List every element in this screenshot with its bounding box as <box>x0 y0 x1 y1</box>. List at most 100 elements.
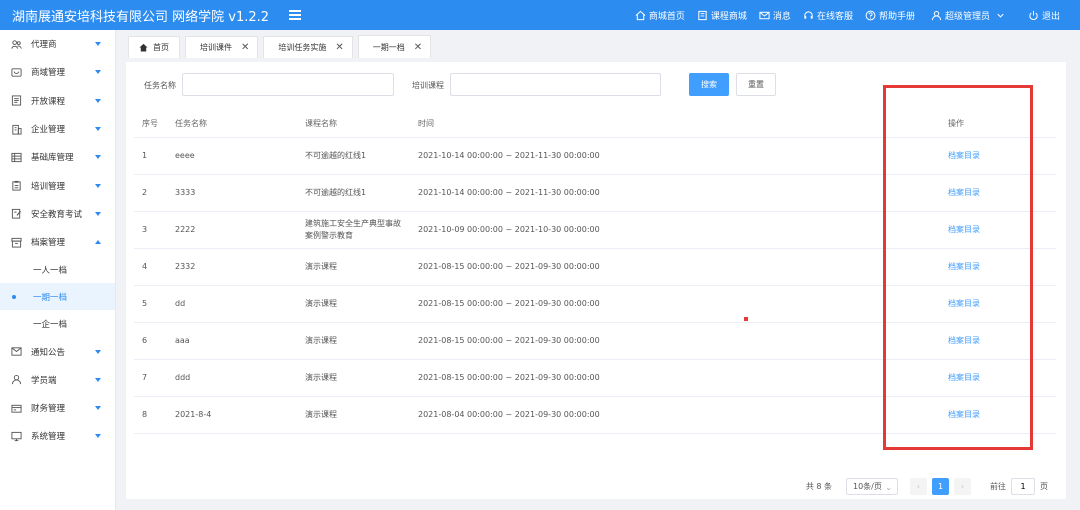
cell-task: 2222 <box>167 211 297 249</box>
close-icon[interactable]: ✕ <box>335 42 343 53</box>
close-icon[interactable]: ✕ <box>414 42 422 53</box>
topnav-label: 消息 <box>772 11 791 22</box>
page-size-select[interactable]: 10条/页 ⌄ <box>846 477 898 495</box>
logout-button[interactable]: 退出 <box>1028 9 1060 22</box>
table-row: 3 2222 建筑施工安全生产典型事故案例警示教育 2021-10-09 00:… <box>134 211 1056 249</box>
sidebar-item-training[interactable]: 培训管理 <box>0 171 115 199</box>
prev-page-button[interactable]: ‹ <box>910 477 927 495</box>
archive-directory-link[interactable]: 档案目录 <box>940 137 1056 175</box>
column-header-no: 序号 <box>134 110 167 138</box>
course-icon <box>11 95 22 106</box>
caret-down-icon <box>95 127 101 132</box>
book-icon <box>698 10 707 20</box>
sidebar-item-notice[interactable]: 通知公告 <box>0 337 115 365</box>
sidebar-item-safety-exam[interactable]: 安全教育考试 <box>0 200 115 228</box>
cell-course: 不可逾越的红线1 <box>297 174 410 212</box>
chevron-down-icon: ⌄ <box>885 482 892 492</box>
sidebar-item-label: 培训管理 <box>31 181 66 192</box>
app-title: 湖南展通安培科技有限公司 网络学院 v1.2.2 <box>12 9 270 25</box>
tab-training-task[interactable]: 培训任务实施 ✕ <box>263 36 353 58</box>
sidebar-item-student[interactable]: 学员端 <box>0 366 115 394</box>
sidebar-item-agent[interactable]: 代理商 <box>0 30 115 58</box>
close-icon[interactable]: ✕ <box>241 42 249 53</box>
page-number-current[interactable]: 1 <box>932 477 949 495</box>
sidebar-item-label: 企业管理 <box>31 125 66 136</box>
topnav-help[interactable]: 帮助手册 <box>865 9 915 22</box>
topnav-label: 在线客服 <box>816 11 853 22</box>
task-name-input[interactable] <box>182 73 394 96</box>
cell-course: 演示课程 <box>297 322 410 360</box>
tab-label: 一期一档 <box>372 42 405 52</box>
archive-directory-link[interactable]: 档案目录 <box>940 211 1056 249</box>
help-icon <box>865 10 876 20</box>
task-name-label: 任务名称 <box>144 81 176 90</box>
training-icon <box>12 181 21 191</box>
topnav-online-service[interactable]: 在线客服 <box>803 9 853 22</box>
sidebar-sub-item-one-person[interactable]: 一人一档 <box>0 256 115 283</box>
page-suffix: 页 <box>1040 481 1048 491</box>
table-row: 5 dd 演示课程 2021-08-15 00:00:00 ~ 2021-09-… <box>134 285 1056 323</box>
sidebar-item-store[interactable]: 商域管理 <box>0 58 115 86</box>
archive-directory-link[interactable]: 档案目录 <box>940 322 1056 360</box>
tab-training-courseware[interactable]: 培训课件 ✕ <box>185 36 259 58</box>
page-size-value: 10条/页 <box>853 481 882 491</box>
search-button[interactable]: 搜索 <box>689 73 729 96</box>
filter-bar: 任务名称 培训课程 搜索 重置 <box>126 62 1066 108</box>
agent-icon <box>11 40 22 49</box>
finance-icon <box>11 404 22 413</box>
cell-course: 不可逾越的红线1 <box>297 137 410 175</box>
column-header-action: 操作 <box>940 110 1056 138</box>
archive-directory-link[interactable]: 档案目录 <box>940 285 1056 323</box>
caret-down-icon <box>95 349 101 354</box>
sidebar-item-label: 代理商 <box>31 40 57 51</box>
menu-toggle-icon[interactable] <box>289 10 302 20</box>
caret-down-icon <box>95 183 101 188</box>
archive-directory-link[interactable]: 档案目录 <box>940 396 1056 434</box>
notice-icon <box>11 347 22 356</box>
sidebar-item-database[interactable]: 基础库管理 <box>0 143 115 171</box>
tab-home[interactable]: 首页 <box>128 36 180 58</box>
sidebar-sub-item-one-enterprise[interactable]: 一企一档 <box>0 310 115 337</box>
cell-task: aaa <box>167 322 297 360</box>
cell-course: 演示课程 <box>297 359 410 397</box>
caret-up-icon <box>95 240 101 245</box>
sidebar-item-archive[interactable]: 档案管理 <box>0 228 115 256</box>
cell-task: 2332 <box>167 248 297 286</box>
cell-course: 建筑施工安全生产典型事故案例警示教育 <box>297 211 410 249</box>
cell-time: 2021-08-15 00:00:00 ~ 2021-09-30 00:00:0… <box>410 285 940 323</box>
table-body: 1 eeee 不可逾越的红线1 2021-10-14 00:00:00 ~ 20… <box>134 137 1056 434</box>
caret-down-icon <box>95 434 101 439</box>
sidebar-item-open-course[interactable]: 开放课程 <box>0 87 115 115</box>
cell-no: 7 <box>134 359 167 397</box>
building-icon <box>12 124 22 135</box>
topnav-label: 课程商城 <box>710 11 747 22</box>
archive-directory-link[interactable]: 档案目录 <box>940 248 1056 286</box>
sidebar-item-label: 商域管理 <box>31 68 66 79</box>
sidebar-sub-item-one-period[interactable]: 一期一档 <box>0 283 115 311</box>
user-name: 超级管理员 <box>944 11 990 22</box>
goto-page-input[interactable] <box>1011 477 1035 495</box>
topnav-messages[interactable]: 消息 <box>759 9 791 22</box>
course-input[interactable] <box>450 73 661 96</box>
top-nav: 商城首页 课程商城 消息 在线客服 帮助手册 超级管理员 退出 <box>623 0 1080 30</box>
archive-directory-link[interactable]: 档案目录 <box>940 174 1056 212</box>
sidebar-item-finance[interactable]: 财务管理 <box>0 394 115 422</box>
sidebar-item-label: 安全教育考试 <box>31 209 83 220</box>
tab-one-period-archive[interactable]: 一期一档 ✕ <box>357 35 432 58</box>
sidebar-item-enterprise[interactable]: 企业管理 <box>0 115 115 143</box>
total-count: 共 8 条 <box>805 481 832 491</box>
mail-icon <box>759 11 770 19</box>
cell-time: 2021-08-15 00:00:00 ~ 2021-09-30 00:00:0… <box>410 359 940 397</box>
sidebar-item-system[interactable]: 系统管理 <box>0 422 115 450</box>
next-page-button[interactable]: › <box>954 477 971 495</box>
column-header-task: 任务名称 <box>167 110 297 138</box>
logout-label: 退出 <box>1041 11 1060 22</box>
table-row: 1 eeee 不可逾越的红线1 2021-10-14 00:00:00 ~ 20… <box>134 137 1056 175</box>
reset-button[interactable]: 重置 <box>736 73 776 96</box>
column-header-time: 时间 <box>410 110 940 138</box>
archive-directory-link[interactable]: 档案目录 <box>940 359 1056 397</box>
topnav-course-mall[interactable]: 课程商城 <box>697 9 747 22</box>
user-menu[interactable]: 超级管理员 <box>931 9 1006 22</box>
topnav-mall-home[interactable]: 商城首页 <box>635 9 685 22</box>
pagination: 共 8 条 10条/页 ⌄ ‹ 1 › 前往 页 <box>806 477 1048 495</box>
